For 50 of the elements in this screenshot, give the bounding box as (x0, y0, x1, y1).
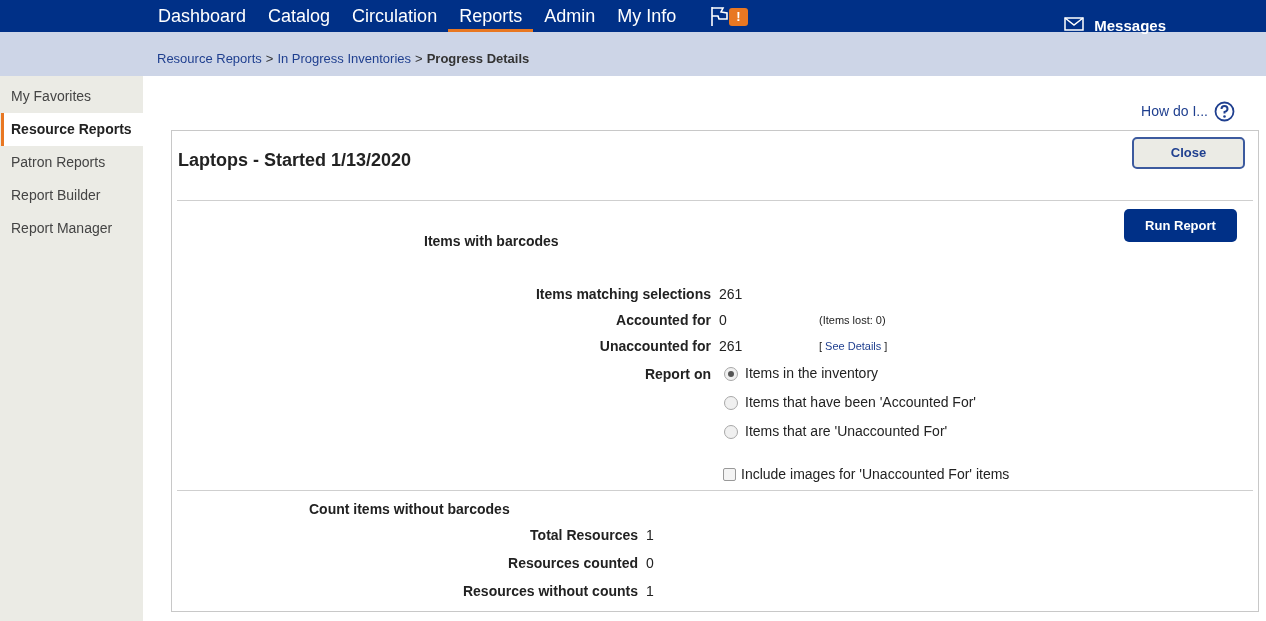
help-icon[interactable] (1214, 100, 1235, 122)
sidebar-item[interactable]: Report Manager (1, 212, 143, 245)
count-label: Resources without counts (461, 581, 638, 601)
stat-value: 261 (719, 284, 744, 304)
run-report-button[interactable]: Run Report (1124, 209, 1237, 242)
count-value: 1 (646, 525, 654, 545)
bracket: ] (884, 338, 888, 354)
count-label: Resources counted (507, 553, 638, 573)
report-on-label: Report on (643, 365, 711, 384)
sidebar-item[interactable]: Resource Reports (1, 113, 143, 146)
radio-label: Items that have been 'Accounted For' (745, 393, 977, 412)
nav-tab[interactable]: Admin (533, 0, 607, 32)
count-value: 0 (646, 553, 654, 573)
count-heading: Count items without barcodes (309, 501, 510, 517)
alert-badge: ! (729, 8, 748, 26)
nav-tab[interactable]: Circulation (341, 0, 449, 32)
messages-link[interactable]: Messages (1094, 18, 1166, 34)
help-link[interactable]: How do I... (1141, 100, 1208, 122)
stat-value: 0 (719, 310, 728, 330)
checkbox-label: Include images for 'Unaccounted For' items (741, 464, 1010, 484)
stat-label: Accounted for (615, 310, 711, 330)
count-label: Total Resources (529, 525, 638, 545)
breadcrumb-link[interactable]: In Progress Inventories (277, 49, 412, 69)
radio-button[interactable] (724, 395, 738, 410)
panel-title: Laptops - Started 1/13/2020 (178, 149, 412, 172)
bracket: [ (819, 338, 823, 354)
envelope-icon[interactable] (1064, 17, 1085, 31)
sidebar-item[interactable]: Patron Reports (1, 146, 143, 179)
close-button[interactable]: Close (1132, 137, 1245, 169)
see-details-link[interactable]: See Details (825, 337, 882, 355)
sidebar-item[interactable]: My Favorites (1, 80, 143, 113)
breadcrumb-separator: > (415, 50, 423, 69)
breadcrumb-current: Progress Details (426, 50, 530, 69)
stat-label: Items matching selections (534, 284, 711, 304)
checkbox[interactable] (723, 467, 736, 481)
radio-button[interactable] (724, 424, 738, 439)
radio-label: Items in the inventory (745, 364, 879, 383)
nav-tab[interactable]: My Info (606, 0, 688, 32)
count-value: 1 (646, 581, 654, 601)
nav-tab[interactable]: Catalog (257, 0, 342, 32)
stat-label: Unaccounted for (598, 336, 711, 356)
radio-label: Items that are 'Unaccounted For' (745, 422, 948, 441)
radio-button[interactable] (724, 366, 738, 381)
sidebar-item[interactable]: Report Builder (1, 179, 143, 212)
section-heading: Items with barcodes (424, 232, 559, 251)
breadcrumb-link[interactable]: Resource Reports (157, 49, 262, 69)
breadcrumb-separator: > (265, 50, 274, 69)
stat-value: 261 (719, 336, 744, 356)
stat-note: (Items lost: 0) (819, 312, 886, 328)
nav-tab[interactable]: Dashboard (147, 0, 258, 32)
